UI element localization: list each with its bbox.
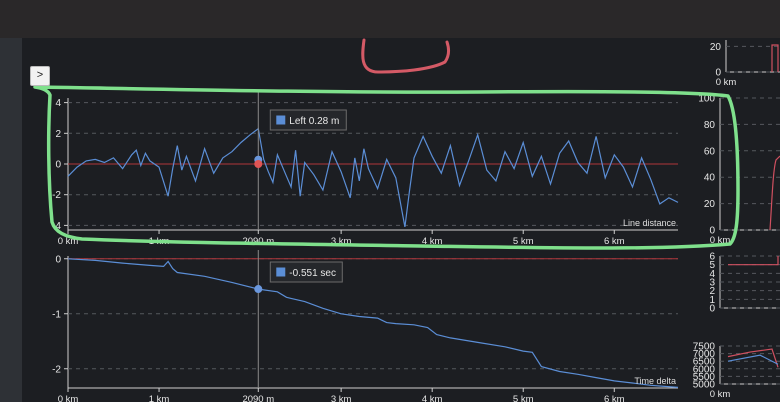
- c2-y-tick-label: -1: [52, 309, 61, 320]
- side-chart-rpm-series-a: [727, 348, 779, 368]
- line-distance-zero-point: [254, 160, 263, 168]
- c2-x-tick-label: 0 km: [58, 394, 79, 402]
- c2-y-tick-label: 0: [55, 254, 61, 265]
- side-chart-gear-series: [728, 256, 779, 266]
- c2-x-tick-label: 5 km: [513, 394, 534, 402]
- line-distance-tooltip-text: Left 0.28 m: [289, 116, 339, 127]
- c2-x-tick-label: 6 km: [604, 394, 625, 402]
- time-delta-tooltip-swatch: [276, 267, 286, 277]
- line-distance-y-ticks: -4-2024: [52, 98, 61, 232]
- time-delta-tooltip: -0.551 sec: [269, 261, 343, 283]
- side-chart-percent-series: [769, 155, 780, 231]
- time-delta-grid: [64, 256, 678, 389]
- c2-x-tick-label: 2090 m: [242, 394, 274, 402]
- r2-y-tick-label: 40: [704, 173, 716, 184]
- time-delta-y-ticks: 0 -1 -2: [52, 254, 61, 375]
- r4-x-tick-label: 0 km: [710, 389, 731, 400]
- line-distance-tooltip-swatch: [276, 115, 286, 125]
- c1-x-tick-label: 5 km: [513, 236, 534, 247]
- r1-x-tick-label: 0 km: [716, 77, 737, 88]
- expand-panel-button[interactable]: >: [30, 66, 50, 86]
- c1-x-tick-label: 6 km: [604, 236, 625, 247]
- r2-y-tick-label: 60: [704, 146, 716, 157]
- side-chart-gear[interactable]: 6543210: [709, 252, 780, 315]
- c1-y-tick-label: -2: [52, 190, 61, 201]
- time-delta-series: [67, 258, 679, 388]
- side-chart-top-series: [771, 44, 779, 72]
- side-chart-rpm-series-b: [727, 354, 779, 365]
- r2-y-tick-label: 80: [704, 120, 716, 131]
- c2-y-tick-label: -2: [52, 364, 61, 375]
- time-delta-x-ticks: 0 km 1 km 2090 m 3 km 4 km 5 km 6 km: [58, 388, 625, 402]
- c2-x-tick-label: 1 km: [149, 394, 170, 402]
- c2-x-tick-label: 3 km: [331, 394, 352, 402]
- c2-x-tick-label: 4 km: [422, 394, 443, 402]
- time-delta-chart[interactable]: 0 -1 -2 0 km 1 km 2090 m 3 km 4 km 5 km 6 km -0.…: [52, 250, 679, 402]
- line-distance-tooltip: Left 0.28 m: [269, 109, 347, 131]
- c1-y-tick-label: 2: [55, 129, 61, 140]
- red-scribble-mark: [361, 38, 451, 74]
- time-delta-tooltip-text: -0.551 sec: [289, 268, 336, 279]
- time-delta-label: Time delta: [634, 376, 676, 386]
- line-distance-label: Line distance: [623, 218, 676, 228]
- r1-y-tick-label: 20: [710, 42, 722, 53]
- c1-y-tick-label: 4: [55, 98, 61, 109]
- time-delta-cursor-point: [254, 285, 263, 294]
- side-chart-rpm[interactable]: 7500700065006000550050000 km: [693, 342, 780, 401]
- line-distance-chart[interactable]: -4-2024 0 km 1 km 2090 m3 km 4 km 5 km 6 km L…: [52, 92, 679, 247]
- r2-y-tick-label: 20: [704, 199, 716, 210]
- line-distance-series: [67, 127, 679, 228]
- r3-y-tick-label: 0: [709, 304, 715, 315]
- charts-canvas: -4-2024 0 km 1 km 2090 m3 km 4 km 5 km 6 km L…: [33, 38, 780, 402]
- side-chart-top[interactable]: 2000 km: [710, 40, 780, 88]
- c1-y-tick-label: 0: [55, 160, 61, 171]
